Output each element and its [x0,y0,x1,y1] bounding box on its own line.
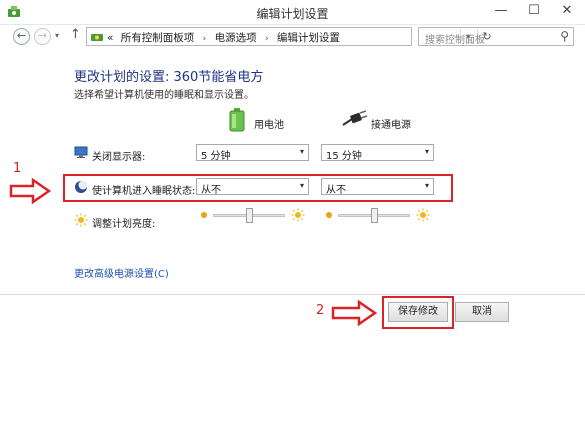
breadcrumb-separator-icon[interactable]: › [265,34,269,44]
annotation-highlight-box [63,174,453,202]
up-button[interactable]: ↑ [70,27,81,42]
display-battery-value: 5 分钟 [201,151,231,162]
annotation-step-1: 1 [13,161,22,176]
minimize-button[interactable]: — [486,0,516,22]
page-subtitle: 选择希望计算机使用的睡眠和显示设置。 [74,90,254,101]
brightness-low-icon [201,212,207,218]
search-input[interactable]: 搜索控制面板 ⚲ [418,27,574,46]
brightness-icon [74,213,88,227]
footer-divider [0,294,585,295]
breadcrumb: « 所有控制面板项 › 电源选项 › 编辑计划设置 [107,30,340,45]
address-bar[interactable]: « 所有控制面板项 › 电源选项 › 编辑计划设置 ▾ ↻ [86,27,492,46]
brightness-label: 调整计划亮度: [92,219,156,230]
advanced-power-settings-link[interactable]: 更改高级电源设置(C) [74,265,169,280]
brightness-battery-slider[interactable] [199,208,309,224]
chevron-down-icon: ▾ [424,147,429,156]
display-battery-dropdown[interactable]: 5 分钟 ▾ [196,144,309,162]
turn-off-display-label: 关闭显示器: [92,152,146,163]
search-icon[interactable]: ⚲ [560,29,569,43]
recent-locations-icon[interactable]: ▾ [55,31,59,40]
annotation-arrow-icon [9,178,51,204]
breadcrumb-item-power-options[interactable]: 电源选项 [215,32,257,44]
title-bar: 编辑计划设置 — ☐ ✕ [0,0,585,25]
brightness-low-icon [326,212,332,218]
annotation-arrow-icon [331,300,377,326]
annotation-highlight-box [382,296,454,329]
cancel-button[interactable]: 取消 [455,302,509,322]
display-plugged-dropdown[interactable]: 15 分钟 ▾ [321,144,434,162]
breadcrumb-chevron-icon[interactable]: « [107,32,113,44]
back-button[interactable]: ← [13,28,30,45]
battery-column-label: 用电池 [254,120,284,131]
brightness-plugged-slider[interactable] [324,208,434,224]
plugged-column-label: 接通电源 [371,120,411,131]
display-icon [74,146,88,158]
chevron-down-icon: ▾ [299,147,304,156]
close-button[interactable]: ✕ [552,0,582,22]
annotation-step-2: 2 [316,303,325,318]
maximize-button[interactable]: ☐ [519,0,549,22]
slider-thumb[interactable] [245,208,253,223]
breadcrumb-separator-icon[interactable]: › [203,34,207,44]
search-placeholder: 搜索控制面板 [425,35,485,46]
plug-icon [342,110,368,126]
breadcrumb-item-control-panel[interactable]: 所有控制面板项 [121,32,195,44]
breadcrumb-item-edit-plan[interactable]: 编辑计划设置 [277,32,340,44]
display-plugged-value: 15 分钟 [326,151,362,162]
brightness-high-icon [291,208,305,222]
brightness-high-icon [416,208,430,222]
battery-icon [229,108,245,132]
slider-thumb[interactable] [370,208,378,223]
control-panel-icon [91,34,103,41]
page-title: 更改计划的设置: 360节能省电方 [74,70,264,85]
navigation-bar: ← → ▾ ↑ « 所有控制面板项 › 电源选项 › 编辑计划设置 ▾ ↻ 搜索… [0,24,585,48]
forward-button[interactable]: → [34,28,51,45]
